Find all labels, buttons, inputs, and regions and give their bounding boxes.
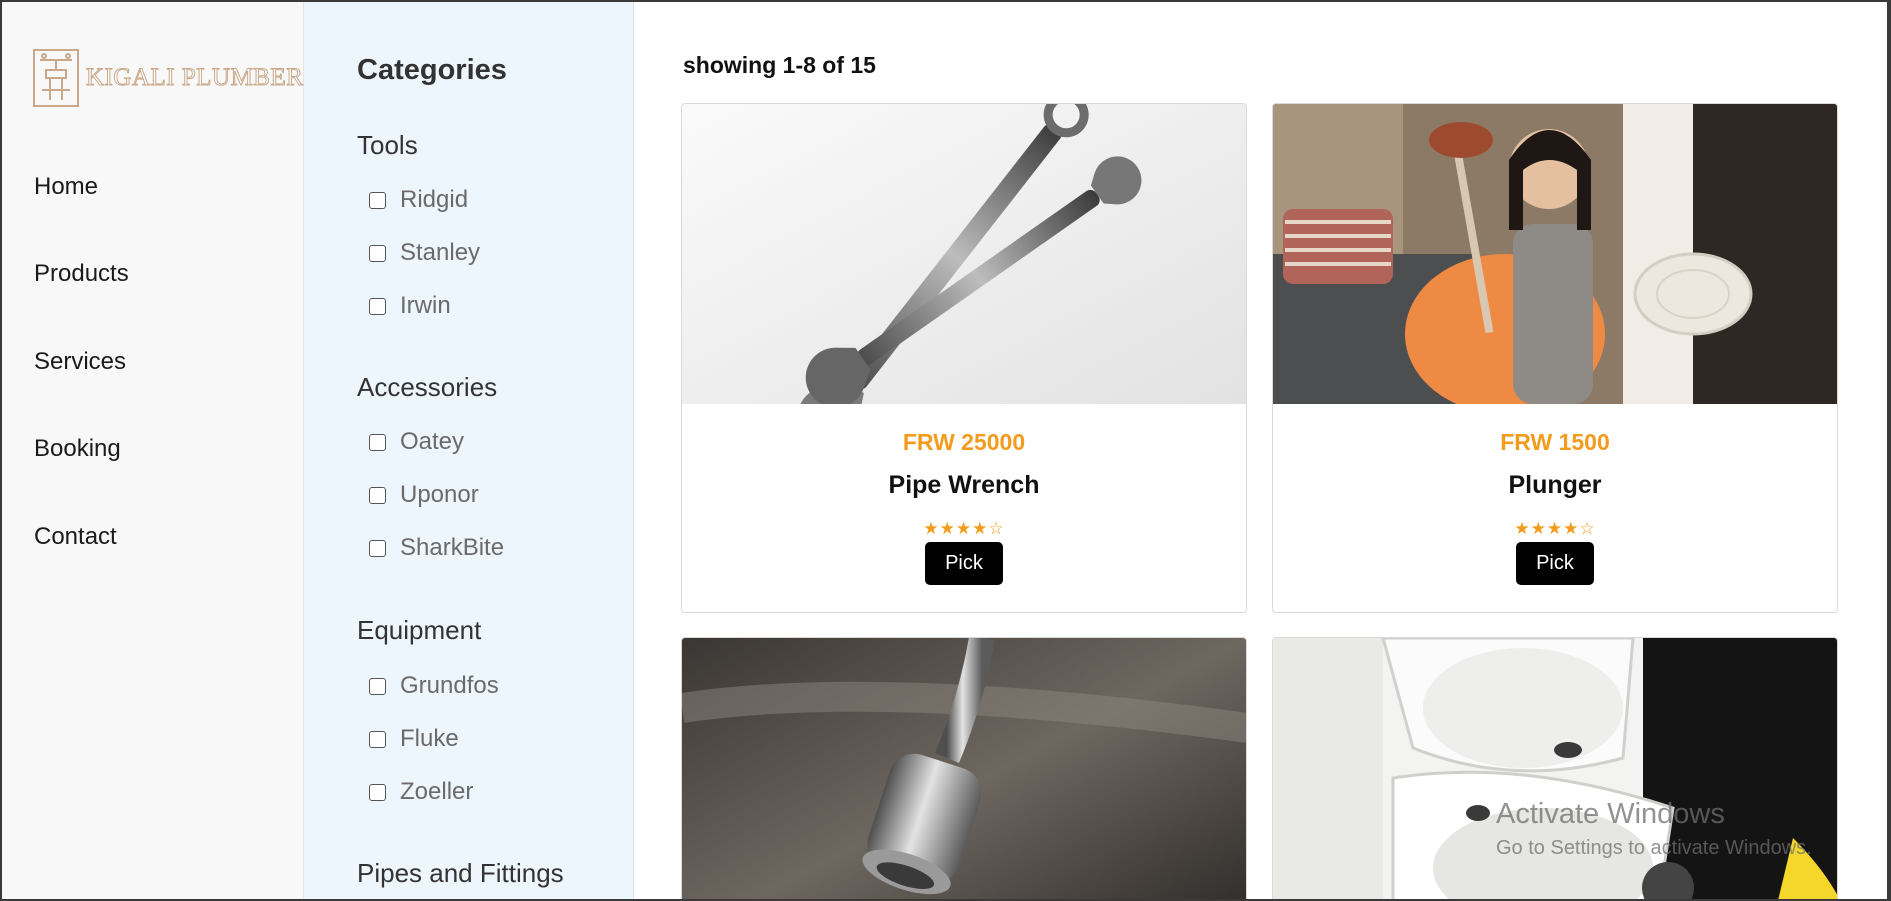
filter-label: Grundfos [400, 672, 499, 699]
pick-button[interactable]: Pick [1516, 542, 1594, 585]
nav-products[interactable]: Products [34, 260, 129, 288]
brand-logo[interactable]: KIGALI PLUMBERS [32, 48, 318, 108]
filter-label: Oatey [400, 428, 465, 455]
checkbox[interactable] [369, 677, 386, 695]
results-count: showing 1-8 of 15 [683, 52, 876, 78]
product-image[interactable] [1273, 104, 1837, 404]
rating-stars-icon: ★★★★☆ [1514, 519, 1596, 539]
product-card[interactable] [1272, 637, 1838, 899]
filter-label: Ridgid [400, 186, 469, 213]
product-name: Plunger [1508, 471, 1602, 499]
product-image[interactable] [682, 104, 1246, 404]
filter-fluke[interactable]: Fluke [369, 725, 459, 753]
product-price: FRW 25000 [902, 429, 1026, 455]
pick-button[interactable]: Pick [925, 542, 1003, 585]
filter-label: Irwin [400, 292, 451, 319]
plunger-photo-icon [1273, 104, 1837, 404]
rating-stars-icon: ★★★★☆ [923, 519, 1005, 539]
filter-zoeller[interactable]: Zoeller [369, 778, 473, 806]
category-group-equipment: Equipment [357, 615, 482, 645]
wrench-photo-icon [682, 104, 1246, 404]
faucet-photo-icon [682, 638, 1246, 899]
filter-grundfos[interactable]: Grundfos [369, 672, 499, 700]
product-card[interactable] [681, 637, 1247, 899]
checkbox[interactable] [369, 244, 386, 262]
category-filter-panel: Categories Tools Ridgid Stanley Irwin Ac… [304, 2, 634, 899]
product-price: FRW 1500 [1500, 429, 1610, 455]
filter-uponor[interactable]: Uponor [369, 481, 479, 509]
filter-sharkbite[interactable]: SharkBite [369, 534, 504, 562]
category-group-tools: Tools [357, 130, 418, 160]
filter-label: Zoeller [400, 778, 474, 805]
checkbox[interactable] [369, 730, 386, 748]
toilet-photo-icon [1273, 638, 1837, 899]
filter-label: SharkBite [400, 534, 505, 561]
product-card[interactable]: FRW 1500 Plunger ★★★★☆ Pick [1272, 103, 1838, 613]
checkbox[interactable] [369, 297, 386, 315]
faucet-pipe-logo-icon [33, 49, 79, 107]
product-image[interactable] [1273, 638, 1837, 899]
filter-label: Uponor [400, 481, 479, 508]
checkbox[interactable] [369, 486, 386, 504]
checkbox[interactable] [369, 433, 386, 451]
nav-booking[interactable]: Booking [34, 435, 121, 463]
filter-ridgid[interactable]: Ridgid [369, 186, 468, 214]
categories-heading: Categories [357, 54, 507, 86]
app-window: KIGALI PLUMBERS Home Products Services B… [0, 0, 1891, 901]
nav-contact[interactable]: Contact [34, 523, 117, 551]
filter-irwin[interactable]: Irwin [369, 292, 451, 320]
product-card[interactable]: FRW 25000 Pipe Wrench ★★★★☆ Pick [681, 103, 1247, 613]
product-name: Pipe Wrench [888, 471, 1040, 499]
product-image[interactable] [682, 638, 1246, 899]
sidebar-nav: KIGALI PLUMBERS Home Products Services B… [2, 2, 318, 899]
checkbox[interactable] [369, 191, 386, 209]
checkbox[interactable] [369, 539, 386, 557]
nav-home[interactable]: Home [34, 173, 98, 201]
filter-stanley[interactable]: Stanley [369, 239, 480, 267]
checkbox[interactable] [369, 783, 386, 801]
nav-services[interactable]: Services [34, 348, 126, 376]
filter-label: Fluke [400, 725, 459, 752]
filter-label: Stanley [400, 239, 481, 266]
category-group-pipes-fittings: Pipes and Fittings [357, 858, 564, 888]
filter-oatey[interactable]: Oatey [369, 428, 464, 456]
category-group-accessories: Accessories [357, 372, 498, 402]
brand-name: KIGALI PLUMBERS [86, 64, 318, 92]
